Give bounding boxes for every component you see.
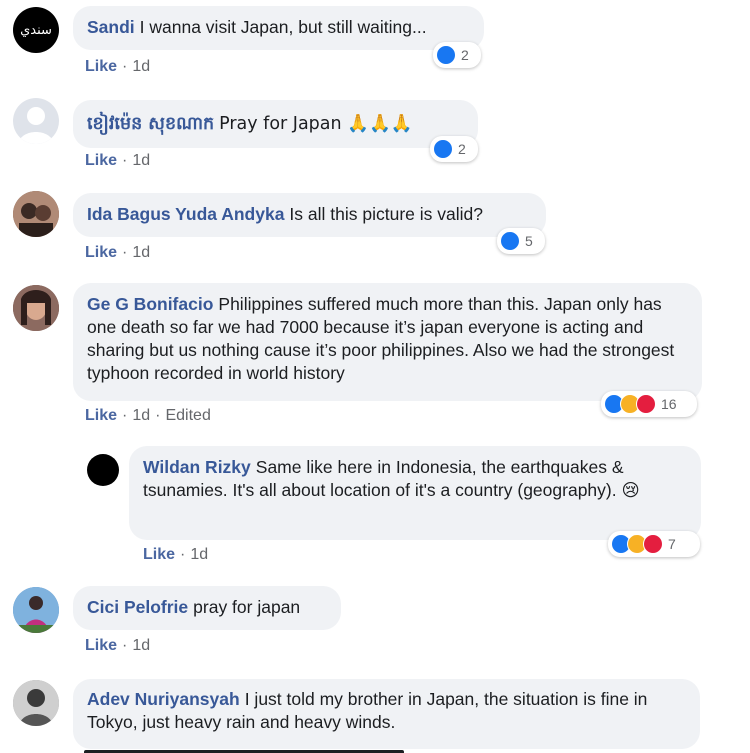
comment-author[interactable]: Ge G Bonifacio	[87, 294, 213, 314]
reaction-count: 2	[458, 141, 466, 157]
comment-bubble: ខៀវម៉េន សុខណាក Pray for Japan 🙏🙏🙏	[73, 100, 478, 148]
profile-photo-icon	[13, 285, 59, 331]
comment-text: pray for japan	[193, 597, 301, 617]
like-button[interactable]: Like	[85, 58, 117, 75]
reactions-badge[interactable]: 16	[601, 391, 697, 417]
comment-bubble: Sandi I wanna visit Japan, but still wait…	[73, 6, 484, 50]
like-button[interactable]: Like	[143, 546, 175, 563]
reactions-badge[interactable]: 5	[497, 228, 545, 254]
comment-actions: Like · 1d	[85, 58, 151, 75]
edited-label[interactable]: Edited	[165, 407, 210, 424]
avatar-logo-text: سندي	[20, 22, 52, 38]
like-button[interactable]: Like	[85, 152, 117, 169]
default-avatar-icon	[18, 107, 54, 144]
comment-bubble: Adev Nuriyansyah I just told my brother i…	[73, 679, 700, 749]
comment-author[interactable]: Adev Nuriyansyah	[87, 689, 240, 709]
like-reaction-icon	[500, 231, 520, 251]
comment-actions: Like · 1d	[85, 152, 151, 169]
reaction-count: 16	[661, 396, 677, 412]
comment-actions: Like · 1d	[85, 637, 151, 654]
comment-timestamp[interactable]: 1d	[132, 407, 150, 424]
avatar[interactable]	[13, 191, 59, 237]
comment-actions: Like · 1d · Edited	[85, 407, 211, 424]
comment-actions: Like · 1d	[85, 244, 151, 261]
love-reaction-icon	[636, 394, 656, 414]
comment-text: Is all this picture is valid?	[289, 204, 483, 224]
avatar[interactable]: سندي	[13, 7, 59, 53]
comment-bubble: Ge G Bonifacio Philippines suffered much …	[73, 283, 702, 401]
comment-timestamp[interactable]: 1d	[132, 58, 150, 75]
like-reaction-icon	[436, 45, 456, 65]
comment-text: I wanna visit Japan, but still waiting..…	[139, 17, 427, 37]
avatar[interactable]	[13, 98, 59, 144]
comment-author[interactable]: ខៀវម៉េន សុខណាក	[87, 114, 214, 134]
reactions-badge[interactable]: 7	[608, 531, 700, 557]
comment-bubble: Ida Bagus Yuda Andyka Is all this picture…	[73, 193, 546, 237]
avatar[interactable]	[13, 680, 59, 726]
reaction-count: 5	[525, 233, 533, 249]
reaction-count: 2	[461, 47, 469, 63]
comment-author[interactable]: Sandi	[87, 17, 135, 37]
comment-timestamp[interactable]: 1d	[132, 637, 150, 654]
like-button[interactable]: Like	[85, 244, 117, 261]
avatar[interactable]	[13, 285, 59, 331]
profile-photo-icon	[13, 191, 59, 237]
comment-timestamp[interactable]: 1d	[132, 244, 150, 261]
comment-bubble: Wildan Rizky Same like here in Indonesia,…	[129, 446, 701, 540]
comment-author[interactable]: Wildan Rizky	[143, 457, 251, 477]
reaction-count: 7	[668, 536, 676, 552]
avatar[interactable]	[87, 454, 119, 486]
comment-bubble: Cici Pelofrie pray for japan	[73, 586, 341, 630]
reactions-badge[interactable]: 2	[430, 136, 478, 162]
comment-timestamp[interactable]: 1d	[190, 546, 208, 563]
reactions-badge[interactable]: 2	[433, 42, 481, 68]
comment-text: Pray for Japan 🙏🙏🙏	[219, 114, 413, 134]
comment-actions: Like · 1d	[143, 546, 209, 563]
love-reaction-icon	[643, 534, 663, 554]
like-reaction-icon	[433, 139, 453, 159]
profile-photo-icon	[13, 680, 59, 726]
like-button[interactable]: Like	[85, 637, 117, 654]
like-button[interactable]: Like	[85, 407, 117, 424]
comment-author[interactable]: Ida Bagus Yuda Andyka	[87, 204, 284, 224]
comment-author[interactable]: Cici Pelofrie	[87, 597, 188, 617]
comment-timestamp[interactable]: 1d	[132, 152, 150, 169]
avatar[interactable]	[13, 587, 59, 633]
profile-photo-icon	[13, 587, 59, 633]
